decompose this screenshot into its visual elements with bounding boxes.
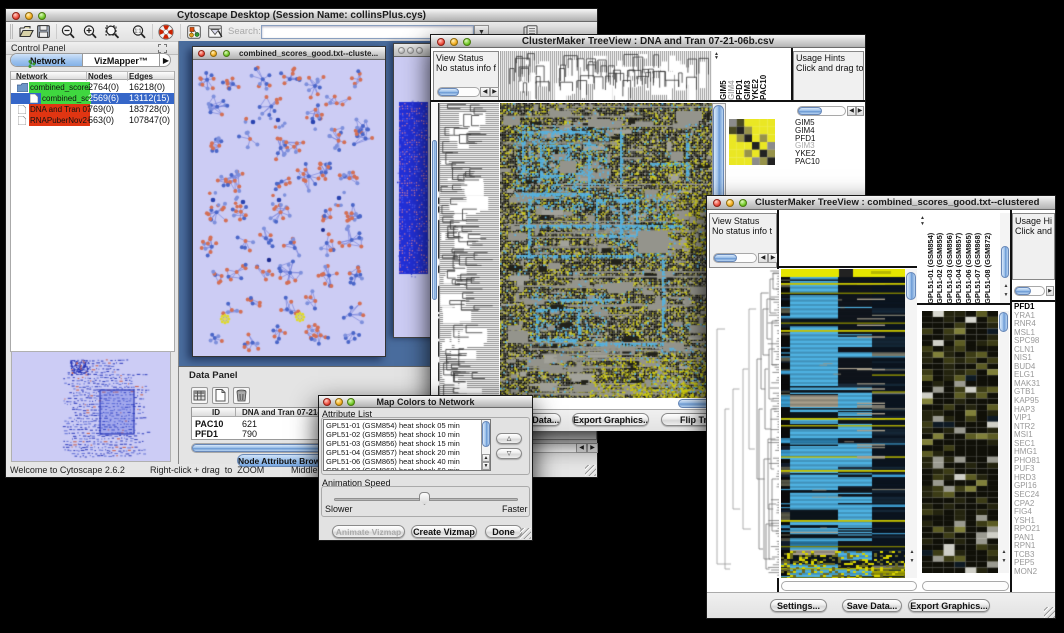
svg-text:1:1: 1:1 — [135, 29, 142, 35]
